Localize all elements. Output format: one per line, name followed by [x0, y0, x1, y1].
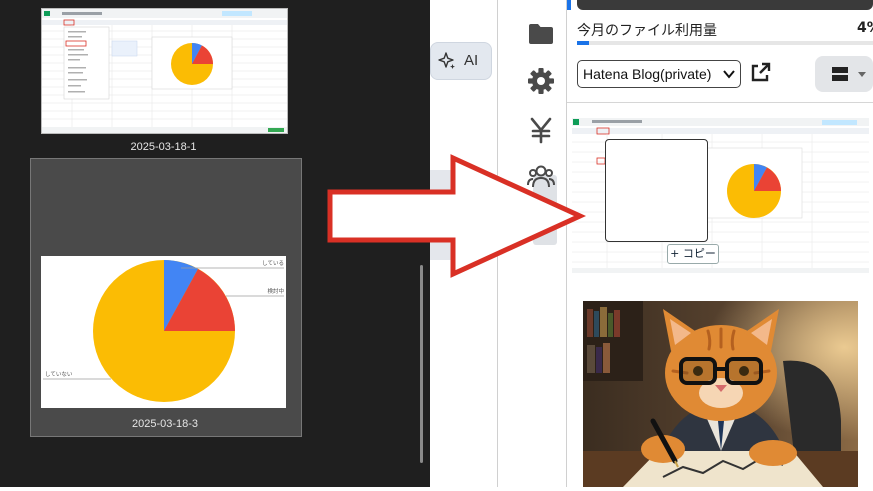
usage-progress-fill — [577, 41, 589, 45]
pie-label-bottom-left: していない — [45, 371, 73, 378]
pie-label-top-right: している — [262, 260, 284, 267]
thumbnail-pie-chart[interactable]: している 検討中 していない — [41, 256, 286, 408]
divider — [567, 102, 873, 103]
thumbnail-caption: 2025-03-18-1 — [130, 141, 197, 153]
ai-button-label: AI — [464, 52, 479, 69]
ai-button[interactable]: AI — [430, 42, 492, 80]
hover-preview-box — [605, 139, 708, 242]
usage-percent: 4% — [857, 20, 873, 36]
layout-button[interactable] — [815, 56, 873, 92]
cat-illustration — [583, 301, 858, 487]
thumbnail-scrollbar[interactable] — [420, 265, 423, 463]
sparkle-icon — [438, 52, 455, 69]
caret-down-icon — [858, 72, 866, 77]
gear-icon[interactable] — [527, 67, 555, 95]
chevron-down-icon — [723, 70, 735, 79]
blog-select-value: Hatena Blog(private) — [583, 66, 712, 82]
pie-chart-preview: している 検討中 していない — [41, 256, 286, 408]
arrow-right-icon — [327, 154, 587, 278]
layout-icon — [832, 67, 848, 81]
top-bar-accent — [567, 0, 571, 10]
image-card-cat[interactable] — [583, 301, 858, 487]
spreadsheet-preview — [42, 9, 287, 133]
thumbnail-caption: 2025-03-18-3 — [131, 418, 199, 430]
yen-icon[interactable] — [527, 116, 555, 144]
pie-label-middle-right: 検討中 — [267, 287, 284, 295]
copy-button[interactable]: + コピー — [667, 244, 719, 264]
external-link-icon[interactable] — [749, 62, 771, 84]
thumbnail-spreadsheet[interactable] — [41, 8, 288, 134]
top-bar — [577, 0, 873, 10]
usage-label: 今月のファイル利用量 — [577, 23, 717, 39]
usage-progress-track — [577, 41, 873, 45]
folder-icon[interactable] — [527, 20, 555, 48]
